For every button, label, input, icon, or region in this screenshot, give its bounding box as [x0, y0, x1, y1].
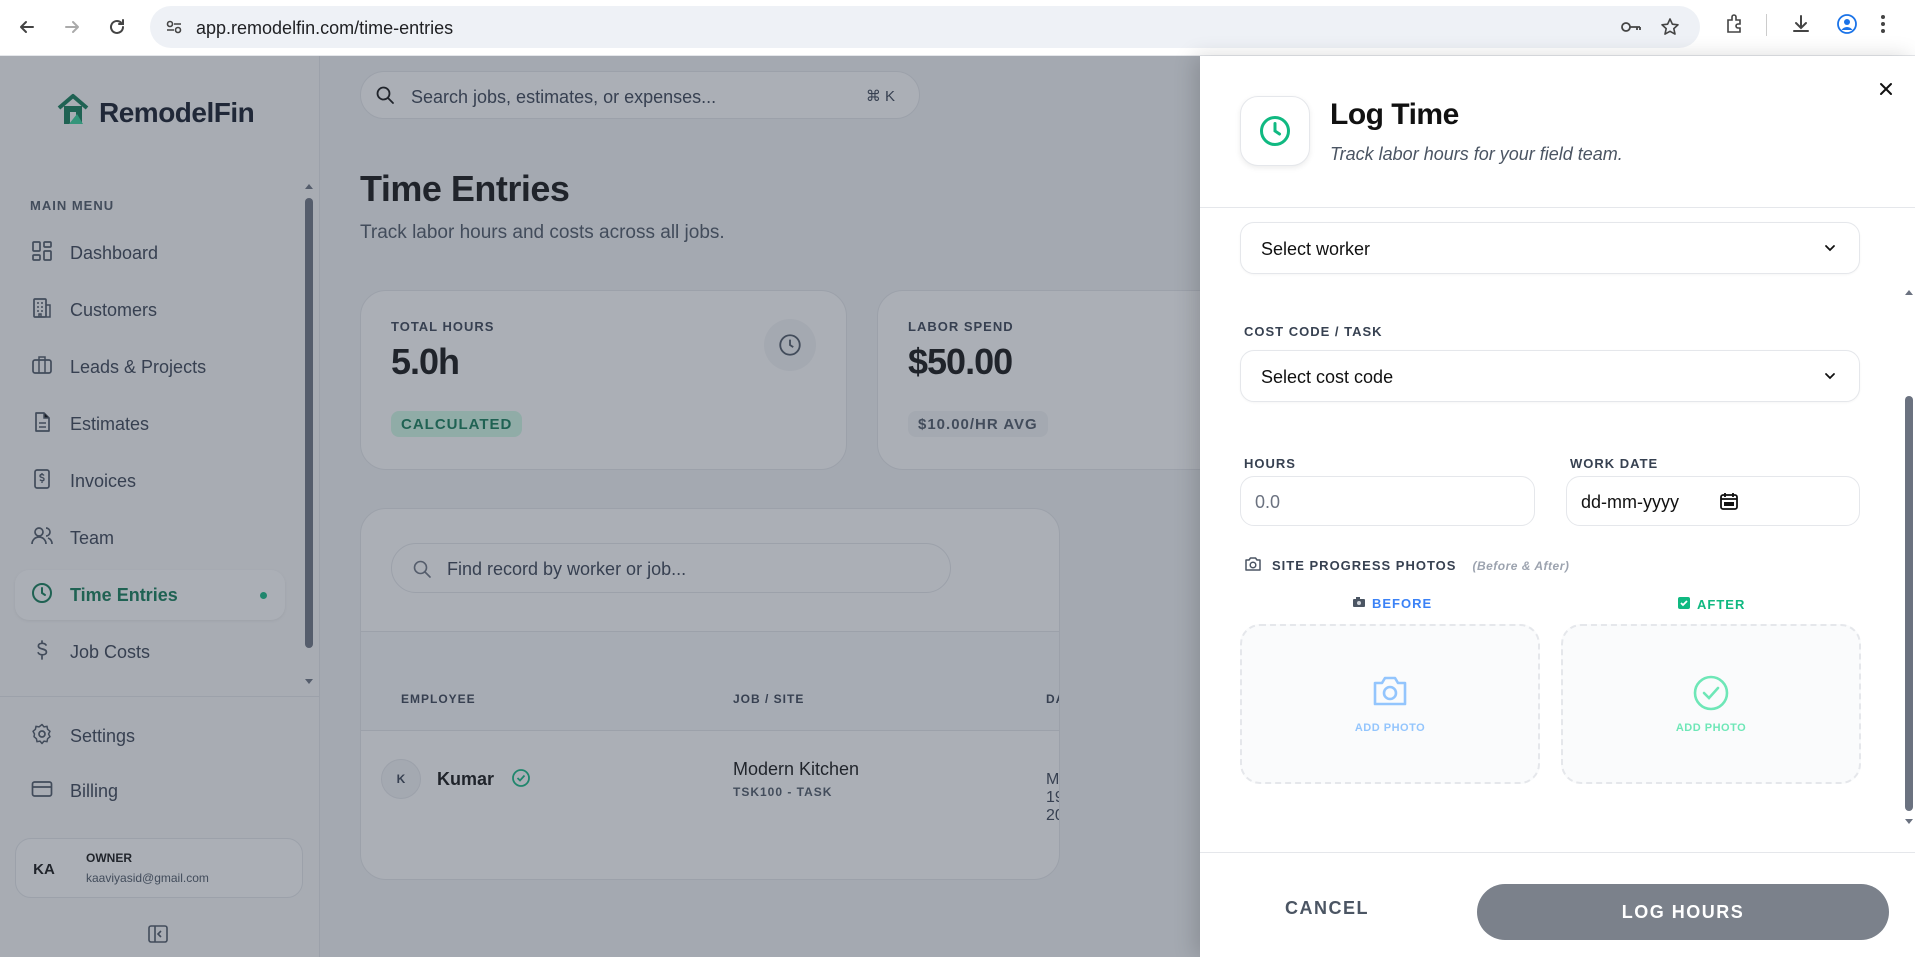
cost-code-select[interactable]: Select cost code	[1240, 350, 1860, 402]
toolbar-divider	[1766, 14, 1768, 41]
close-icon	[1880, 83, 1892, 95]
add-photo-label: ADD PHOTO	[1675, 722, 1747, 734]
camera-emoji-icon	[1352, 596, 1366, 611]
url-text[interactable]: app.remodelfin.com/time-entries	[196, 18, 453, 39]
date-placeholder: dd-mm-yyyy	[1581, 492, 1679, 512]
site-photos-hint: (Before & After)	[1472, 558, 1570, 573]
cost-code-select-value: Select cost code	[1261, 367, 1394, 387]
worker-select[interactable]: Select worker	[1240, 222, 1860, 274]
forward-icon[interactable]	[57, 12, 87, 42]
add-photo-label: ADD PHOTO	[1354, 722, 1426, 734]
log-hours-button[interactable]: LOG HOURS	[1477, 884, 1889, 940]
worker-select-value: Select worker	[1261, 239, 1371, 259]
drawer-header-divider	[1200, 207, 1915, 208]
drawer-scrollbar-thumb[interactable]	[1905, 396, 1913, 811]
camera-icon	[1244, 556, 1262, 575]
calendar-icon[interactable]	[1719, 491, 1739, 516]
before-photo-dropzone[interactable]: ADD PHOTO	[1240, 624, 1540, 784]
downloads-icon[interactable]	[1790, 13, 1812, 40]
work-date-label: WORK DATE	[1570, 456, 1659, 471]
hours-placeholder: 0.0	[1255, 492, 1281, 512]
password-key-icon[interactable]	[1620, 17, 1642, 42]
after-label: AFTER	[1697, 597, 1746, 612]
close-button[interactable]	[1871, 74, 1901, 104]
drawer-title: Log Time	[1330, 98, 1459, 131]
chevron-down-icon	[1821, 239, 1839, 262]
browser-toolbar: app.remodelfin.com/time-entries	[0, 0, 1915, 56]
hours-input[interactable]: 0.0	[1240, 476, 1535, 526]
drawer-subtitle: Track labor hours for your field team.	[1330, 144, 1623, 164]
reload-icon[interactable]	[102, 12, 132, 42]
work-date-input[interactable]: dd-mm-yyyy	[1566, 476, 1860, 526]
profile-icon[interactable]	[1836, 13, 1858, 40]
camera-icon	[1371, 674, 1409, 713]
after-tag: AFTER	[1677, 596, 1745, 613]
site-photos-label: SITE PROGRESS PHOTOS (Before & After)	[1244, 556, 1569, 575]
extensions-icon[interactable]	[1724, 13, 1746, 40]
before-tag: BEFORE	[1352, 596, 1432, 611]
back-icon[interactable]	[12, 12, 42, 42]
drawer-footer-divider	[1200, 852, 1915, 853]
chevron-down-icon	[1821, 367, 1839, 390]
site-photos-title: SITE PROGRESS PHOTOS	[1272, 558, 1457, 573]
log-time-drawer: Log Time Track labor hours for your fiel…	[1200, 56, 1915, 957]
modal-backdrop[interactable]	[0, 56, 1200, 957]
browser-menu-icon[interactable]	[1880, 13, 1886, 40]
before-label: BEFORE	[1372, 596, 1433, 611]
bookmark-star-icon[interactable]	[1660, 17, 1680, 42]
check-circle-icon	[1692, 674, 1730, 717]
cancel-button[interactable]: CANCEL	[1285, 898, 1369, 919]
site-settings-icon[interactable]	[164, 17, 184, 42]
drawer-scrollbar[interactable]	[1903, 226, 1915, 826]
after-photo-dropzone[interactable]: ADD PHOTO	[1561, 624, 1861, 784]
hours-label: HOURS	[1244, 456, 1296, 471]
check-box-icon	[1677, 596, 1691, 613]
cost-code-label: COST CODE / TASK	[1244, 324, 1383, 339]
clock-icon	[1240, 96, 1310, 166]
address-bar[interactable]: app.remodelfin.com/time-entries	[150, 6, 1700, 48]
